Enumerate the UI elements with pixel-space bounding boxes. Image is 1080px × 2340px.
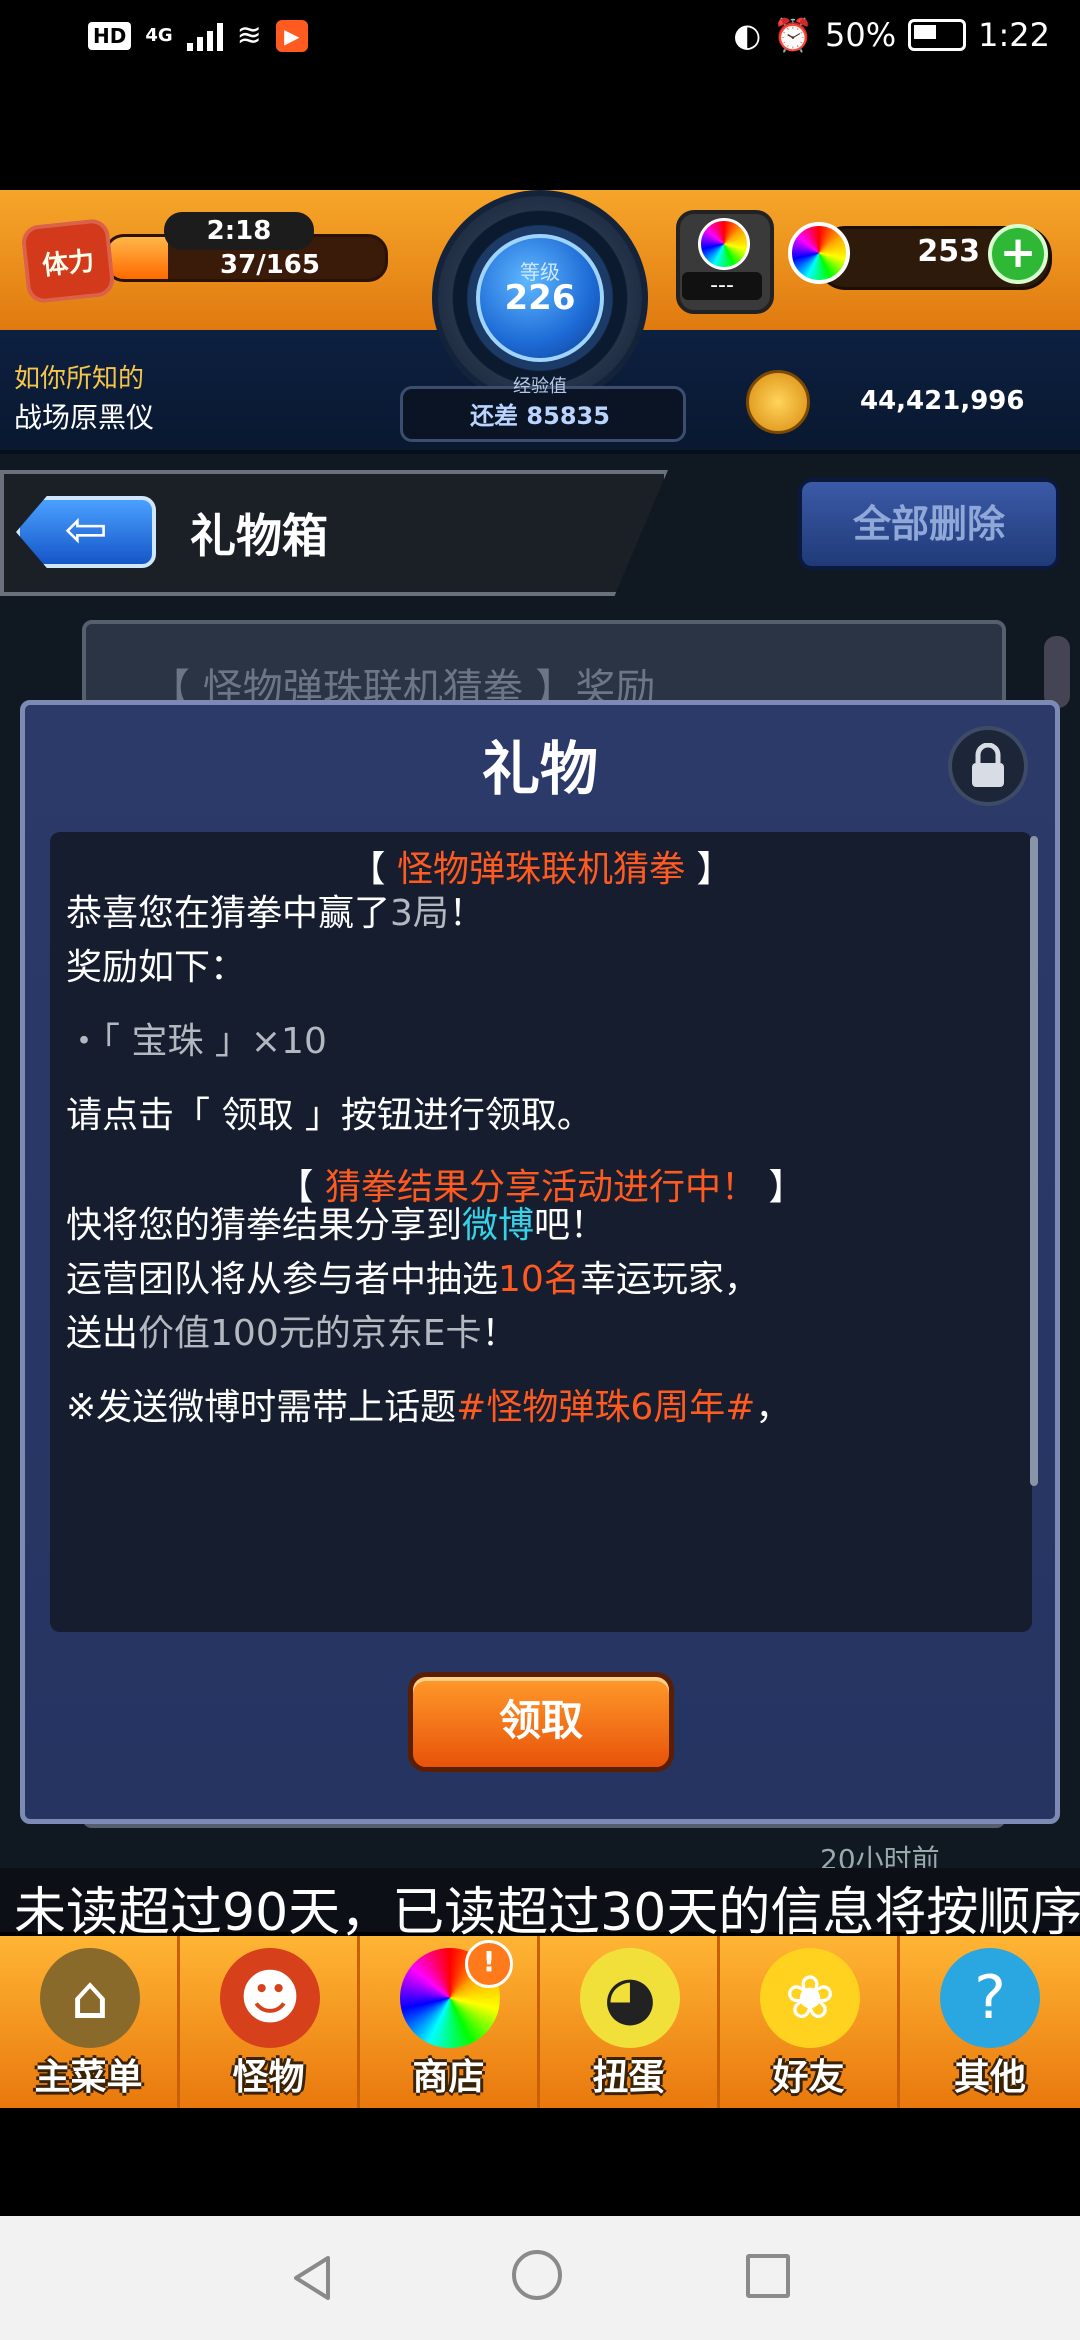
menu-item-other[interactable]: ? 其他 xyxy=(900,1936,1080,2108)
gold-amount: 44,421,996 xyxy=(860,386,1025,416)
dialog-title: 礼物 xyxy=(481,735,598,803)
msg-text: 快将您的猜拳结果分享到 xyxy=(66,1205,463,1246)
player-name: 战场原黑仪 xyxy=(14,401,155,434)
battery-percent: 50% xyxy=(825,16,897,54)
wifi-icon: ≋ xyxy=(236,18,262,53)
message-box: 【 怪物弹珠联机猜拳 】 恭喜您在猜拳中赢了3局！ 奖励如下： ・「 宝珠 」×… xyxy=(50,832,1032,1632)
msg-text: 吧！ xyxy=(534,1205,607,1246)
stamina-icon: 体力 xyxy=(20,217,116,305)
menu-item-shop[interactable]: ! 商店 xyxy=(360,1936,540,2108)
alarm-icon: ⏰ xyxy=(773,16,814,54)
menu-label: 商店 xyxy=(412,2057,485,2098)
msg-text: 运营团队将从参与者中抽选 xyxy=(66,1259,499,1300)
bottom-menu: ⌂ 主菜单 ☻ 怪物 ! 商店 ◕ 扭蛋 ❀ 好友 ? 其他 xyxy=(0,1936,1080,2108)
player-title: 如你所知的 xyxy=(14,364,145,394)
status-right: ◐ ⏰ 50% 1:22 xyxy=(733,16,1050,54)
msg-text: ！ xyxy=(481,1313,518,1354)
notice-ticker-text: 未读超过90天，已读超过30天的信息将按顺序 xyxy=(14,1883,1080,1943)
hd-badge: HD xyxy=(88,21,132,50)
signal-icon xyxy=(186,21,223,51)
list-scrollbar[interactable] xyxy=(1044,636,1070,708)
menu-item-main[interactable]: ⌂ 主菜单 xyxy=(0,1936,180,2108)
nav-recent-apps-icon[interactable] xyxy=(746,2254,790,2298)
menu-label: 怪物 xyxy=(232,2057,305,2098)
network-type: 4G xyxy=(145,25,173,46)
msg-text: 送出 xyxy=(66,1313,139,1354)
level-value: 226 xyxy=(504,278,576,318)
other-icon: ? xyxy=(940,1948,1040,2048)
msg-line-share: 快将您的猜拳结果分享到微博吧！ xyxy=(66,1196,606,1248)
menu-label: 好友 xyxy=(772,2057,845,2098)
msg-text: ※发送微博时需带上话题 xyxy=(66,1387,457,1428)
page-title: 礼物箱 xyxy=(190,509,328,563)
menu-label: 其他 xyxy=(953,2057,1026,2098)
msg-text: ！ xyxy=(448,893,485,934)
msg-text: 幸运玩家， xyxy=(579,1259,760,1300)
monster-icon: ☻ xyxy=(220,1948,320,2048)
msg-line-congrats: 恭喜您在猜拳中赢了3局！ xyxy=(66,884,485,936)
menu-item-friends[interactable]: ❀ 好友 xyxy=(720,1936,900,2108)
rainbow-egg-icon xyxy=(698,218,750,270)
gacha-egg-icon: ◕ xyxy=(580,1948,680,2048)
nav-back-icon[interactable] xyxy=(290,2254,334,2302)
claim-button[interactable]: 领取 xyxy=(408,1672,674,1772)
friends-icon: ❀ xyxy=(760,1948,860,2048)
msg-bracket: 】 xyxy=(685,849,733,890)
msg-text: ， xyxy=(755,1387,792,1428)
stamina-timer: 2:18 xyxy=(164,212,314,250)
msg-line-prize: 送出价值100元的京东E卡！ xyxy=(66,1304,518,1356)
lock-glyph xyxy=(972,743,1004,787)
message-scrollbar[interactable] xyxy=(1030,836,1038,1486)
msg-prize: 价值100元的京东E卡 xyxy=(138,1313,482,1354)
exp-remaining: 还差 85835 xyxy=(470,402,610,430)
msg-winners: 10名 xyxy=(498,1259,580,1300)
egg-counter: --- xyxy=(682,272,762,300)
msg-line-reward: 奖励如下： xyxy=(66,947,247,988)
shop-alert-badge: ! xyxy=(465,1940,513,1988)
home-castle-icon: ⌂ xyxy=(40,1948,140,2048)
stamina-count: 37/165 xyxy=(220,250,320,280)
orb-icon xyxy=(788,222,850,284)
gold-coin-icon xyxy=(746,370,810,434)
menu-label: 主菜单 xyxy=(34,2057,143,2098)
msg-bracket: 】 xyxy=(757,1167,805,1208)
msg-line-draw: 运营团队将从参与者中抽选10名幸运玩家， xyxy=(66,1250,760,1302)
exp-label: 经验值 xyxy=(513,376,567,397)
status-left: HD 4G ≋ ▶ xyxy=(88,18,308,53)
battery-icon xyxy=(908,19,967,51)
vibrate-icon: ◐ xyxy=(733,16,762,54)
clock: 1:22 xyxy=(978,16,1050,54)
msg-line-topic: ※发送微博时需带上话题#怪物弹珠6周年#， xyxy=(66,1378,791,1430)
delete-all-button[interactable]: 全部删除 xyxy=(798,478,1060,570)
orb-count: 253 xyxy=(917,234,980,269)
stamina-fill xyxy=(107,237,169,279)
msg-text: 恭喜您在猜拳中赢了 xyxy=(66,893,391,934)
menu-item-monster[interactable]: ☻ 怪物 xyxy=(180,1936,360,2108)
msg-weibo: 微博 xyxy=(462,1205,535,1246)
msg-wins: 3局 xyxy=(390,893,449,934)
menu-label: 扭蛋 xyxy=(592,2057,665,2098)
msg-hashtag: #怪物弹珠6周年# xyxy=(456,1387,756,1428)
nav-home-icon[interactable] xyxy=(512,2250,562,2300)
add-orbs-button[interactable]: + xyxy=(988,224,1048,284)
msg-line-instruction: 请点击「 领取 」按钮进行领取。 xyxy=(66,1095,593,1136)
app-notification-icon: ▶ xyxy=(275,19,308,52)
menu-item-gacha[interactable]: ◕ 扭蛋 xyxy=(540,1936,720,2108)
lock-icon[interactable] xyxy=(948,726,1028,806)
msg-line-item: ・「 宝珠 」×10 xyxy=(66,1021,327,1062)
